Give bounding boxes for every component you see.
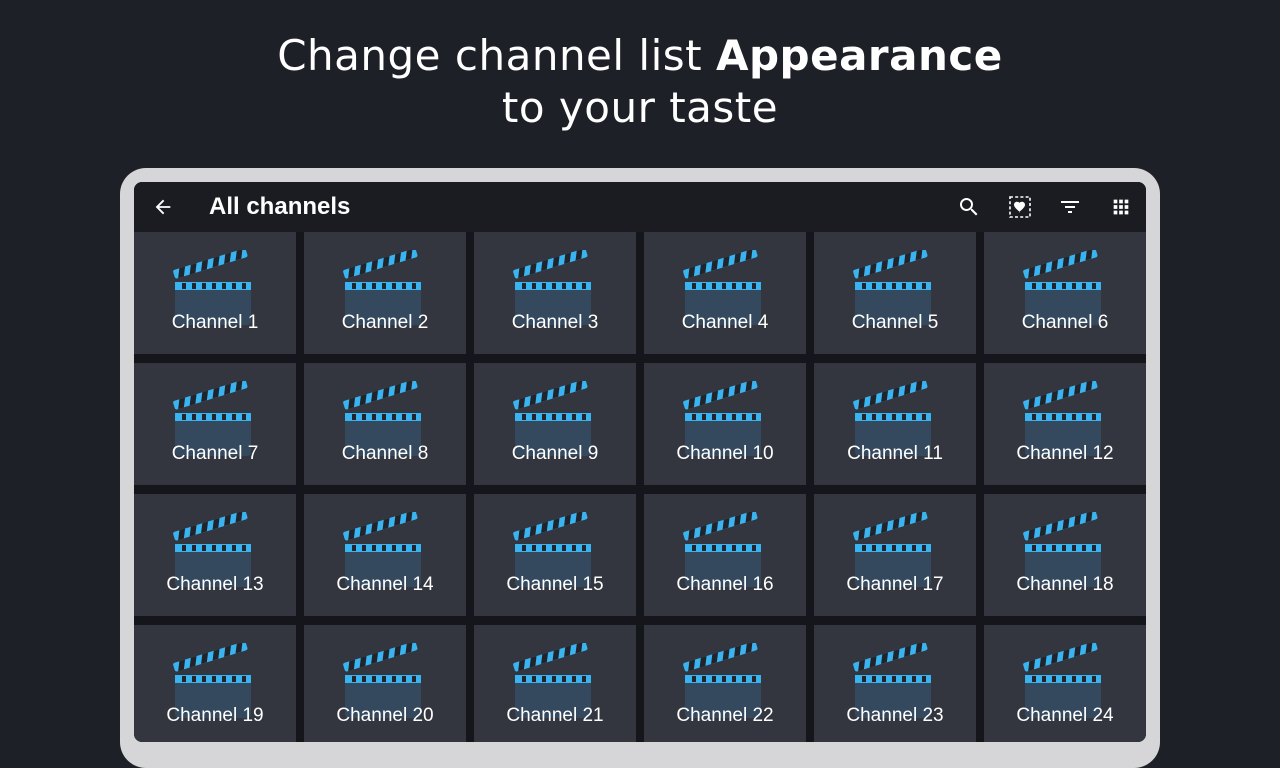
arrow-left-icon xyxy=(155,199,171,215)
channel-label: Channel 11 xyxy=(847,443,943,464)
channel-label: Channel 5 xyxy=(851,312,939,333)
channel-label: Channel 2 xyxy=(341,312,429,333)
channel-tile[interactable]: Channel 10 xyxy=(644,363,806,485)
channel-tile[interactable]: Channel 17 xyxy=(814,494,976,616)
channel-tile[interactable]: Channel 9 xyxy=(474,363,636,485)
headline-line-2: to your taste xyxy=(501,83,779,132)
channel-label: Channel 15 xyxy=(506,574,604,595)
channel-tile[interactable]: Channel 11 xyxy=(814,363,976,485)
channel-tile[interactable]: Channel 5 xyxy=(814,232,976,354)
app-toolbar: All channels xyxy=(134,182,1146,232)
channel-tile[interactable]: Channel 24 xyxy=(984,625,1146,742)
grid-view-icon xyxy=(1113,199,1129,215)
filter-icon xyxy=(1061,201,1079,213)
channel-tile[interactable]: Channel 6 xyxy=(984,232,1146,354)
channel-tile[interactable]: Channel 23 xyxy=(814,625,976,742)
channel-label: Channel 8 xyxy=(341,443,429,464)
headline-regular-text: Change channel list xyxy=(277,31,716,80)
channel-label: Channel 12 xyxy=(1016,443,1114,464)
channel-tile[interactable]: Channel 12 xyxy=(984,363,1146,485)
grid-view-button[interactable] xyxy=(1106,192,1136,222)
channel-tile[interactable]: Channel 20 xyxy=(304,625,466,742)
channel-label: Channel 14 xyxy=(336,574,434,595)
channel-label: Channel 20 xyxy=(336,705,434,726)
channel-label: Channel 22 xyxy=(676,705,774,726)
channel-label: Channel 21 xyxy=(506,705,604,726)
channel-label: Channel 19 xyxy=(166,705,264,726)
channel-label: Channel 6 xyxy=(1021,312,1109,333)
channel-tile[interactable]: Channel 1 xyxy=(134,232,296,354)
favorites-button[interactable] xyxy=(1005,192,1035,222)
channel-tile[interactable]: Channel 13 xyxy=(134,494,296,616)
channel-tile[interactable]: Channel 8 xyxy=(304,363,466,485)
channel-label: Channel 9 xyxy=(511,443,599,464)
headline-line-1: Change channel list Appearance xyxy=(0,30,1280,82)
promo-headline: Change channel list Appearance to your t… xyxy=(0,30,1280,134)
channel-label: Channel 3 xyxy=(511,312,599,333)
channel-grid: Channel 1 Channel 2 Channel 3 Channel 4 Chan… xyxy=(134,232,1146,742)
channel-tile[interactable]: Channel 21 xyxy=(474,625,636,742)
channel-label: Channel 24 xyxy=(1016,705,1114,726)
channel-tile[interactable]: Channel 16 xyxy=(644,494,806,616)
channel-label: Channel 23 xyxy=(846,705,944,726)
channel-tile[interactable]: Channel 4 xyxy=(644,232,806,354)
channel-tile[interactable]: Channel 18 xyxy=(984,494,1146,616)
channel-label: Channel 17 xyxy=(846,574,944,595)
channel-label: Channel 4 xyxy=(681,312,769,333)
filter-button[interactable] xyxy=(1055,192,1085,222)
channel-tile[interactable]: Channel 22 xyxy=(644,625,806,742)
channel-label: Channel 1 xyxy=(171,312,259,333)
search-button[interactable] xyxy=(954,192,984,222)
channel-tile[interactable]: Channel 3 xyxy=(474,232,636,354)
favorite-frame-icon xyxy=(1009,196,1031,218)
tablet-frame: All channels Channel 1 Channel 2 Channel… xyxy=(120,168,1160,768)
channel-label: Channel 16 xyxy=(676,574,774,595)
channel-tile[interactable]: Channel 7 xyxy=(134,363,296,485)
channel-tile[interactable]: Channel 2 xyxy=(304,232,466,354)
channel-label: Channel 7 xyxy=(171,443,259,464)
channel-label: Channel 13 xyxy=(166,574,264,595)
search-icon xyxy=(960,198,978,216)
channel-tile[interactable]: Channel 14 xyxy=(304,494,466,616)
headline-bold-text: Appearance xyxy=(715,31,1003,80)
channel-label: Channel 18 xyxy=(1016,574,1114,595)
channel-tile[interactable]: Channel 15 xyxy=(474,494,636,616)
toolbar-title: All channels xyxy=(209,193,351,220)
app-screen: All channels Channel 1 Channel 2 Channel… xyxy=(134,182,1146,742)
channel-label: Channel 10 xyxy=(676,443,774,464)
back-button[interactable] xyxy=(148,192,178,222)
channel-tile[interactable]: Channel 19 xyxy=(134,625,296,742)
